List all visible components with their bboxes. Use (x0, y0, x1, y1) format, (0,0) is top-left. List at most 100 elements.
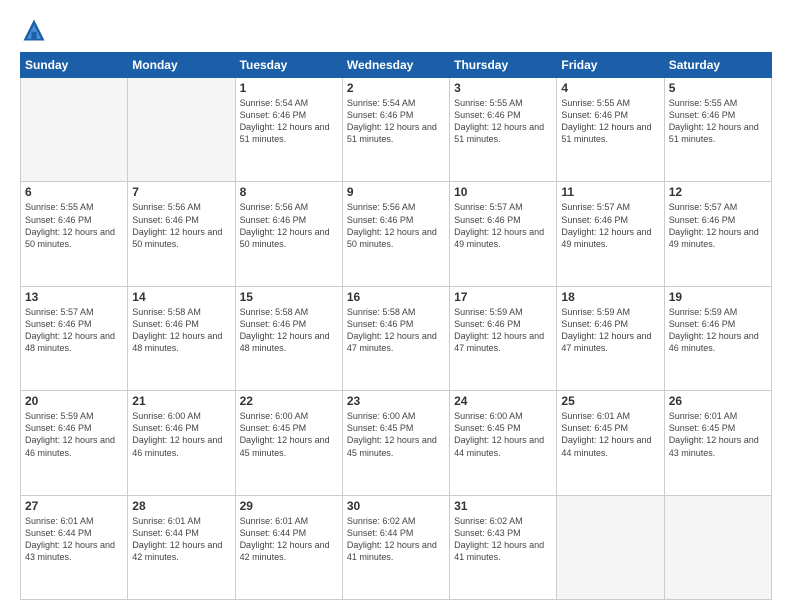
day-info: Sunrise: 5:56 AMSunset: 6:46 PMDaylight:… (347, 201, 445, 250)
table-row: 4 Sunrise: 5:55 AMSunset: 6:46 PMDaylight… (557, 78, 664, 182)
day-number: 19 (669, 290, 767, 304)
day-info: Sunrise: 5:59 AMSunset: 6:46 PMDaylight:… (25, 410, 123, 459)
day-number: 16 (347, 290, 445, 304)
table-row: 12 Sunrise: 5:57 AMSunset: 6:46 PMDayligh… (664, 182, 771, 286)
table-row: 31 Sunrise: 6:02 AMSunset: 6:43 PMDayligh… (450, 495, 557, 599)
table-row: 30Sunrise: 6:02 AMSunset: 6:44 PMDayligh… (342, 495, 449, 599)
day-number: 24 (454, 394, 552, 408)
day-number: 14 (132, 290, 230, 304)
day-number: 17 (454, 290, 552, 304)
table-row: 24 Sunrise: 6:00 AMSunset: 6:45 PMDayligh… (450, 391, 557, 495)
table-row: 18 Sunrise: 5:59 AMSunset: 6:46 PMDayligh… (557, 286, 664, 390)
col-tuesday: Tuesday (235, 53, 342, 78)
table-row: 22 Sunrise: 6:00 AMSunset: 6:45 PMDayligh… (235, 391, 342, 495)
day-number: 31 (454, 499, 552, 513)
day-info: Sunrise: 6:00 AMSunset: 6:45 PMDaylight:… (240, 410, 338, 459)
day-number: 11 (561, 185, 659, 199)
day-info: Sunrise: 6:01 AMSunset: 6:44 PMDaylight:… (132, 515, 230, 564)
day-info: Sunrise: 6:00 AMSunset: 6:45 PMDaylight:… (454, 410, 552, 459)
day-number: 20 (25, 394, 123, 408)
table-row: 7 Sunrise: 5:56 AMSunset: 6:46 PMDaylight… (128, 182, 235, 286)
day-info: Sunrise: 5:59 AMSunset: 6:46 PMDaylight:… (561, 306, 659, 355)
col-thursday: Thursday (450, 53, 557, 78)
day-info: Sunrise: 5:58 AMSunset: 6:46 PMDaylight:… (347, 306, 445, 355)
day-number: 28 (132, 499, 230, 513)
table-row (557, 495, 664, 599)
col-monday: Monday (128, 53, 235, 78)
col-sunday: Sunday (21, 53, 128, 78)
day-number: 5 (669, 81, 767, 95)
table-row: 1 Sunrise: 5:54 AMSunset: 6:46 PMDaylight… (235, 78, 342, 182)
logo (20, 16, 52, 44)
day-number: 27 (25, 499, 123, 513)
day-number: 1 (240, 81, 338, 95)
table-row: 21Sunrise: 6:00 AMSunset: 6:46 PMDayligh… (128, 391, 235, 495)
day-info: Sunrise: 6:01 AMSunset: 6:45 PMDaylight:… (669, 410, 767, 459)
day-number: 9 (347, 185, 445, 199)
table-row: 29 Sunrise: 6:01 AMSunset: 6:44 PMDayligh… (235, 495, 342, 599)
table-row: 14 Sunrise: 5:58 AMSunset: 6:46 PMDayligh… (128, 286, 235, 390)
col-wednesday: Wednesday (342, 53, 449, 78)
day-info: Sunrise: 5:57 AMSunset: 6:46 PMDaylight:… (561, 201, 659, 250)
day-number: 15 (240, 290, 338, 304)
day-number: 3 (454, 81, 552, 95)
table-row (21, 78, 128, 182)
day-number: 7 (132, 185, 230, 199)
day-info: Sunrise: 6:01 AMSunset: 6:44 PMDaylight:… (240, 515, 338, 564)
day-info: Sunrise: 5:57 AMSunset: 6:46 PMDaylight:… (454, 201, 552, 250)
day-info: Sunrise: 6:00 AMSunset: 6:45 PMDaylight:… (347, 410, 445, 459)
day-info: Sunrise: 6:01 AMSunset: 6:45 PMDaylight:… (561, 410, 659, 459)
day-number: 6 (25, 185, 123, 199)
day-number: 29 (240, 499, 338, 513)
table-row: 13Sunrise: 5:57 AMSunset: 6:46 PMDayligh… (21, 286, 128, 390)
day-number: 25 (561, 394, 659, 408)
day-info: Sunrise: 5:58 AMSunset: 6:46 PMDaylight:… (132, 306, 230, 355)
table-row: 16 Sunrise: 5:58 AMSunset: 6:46 PMDayligh… (342, 286, 449, 390)
day-info: Sunrise: 5:54 AMSunset: 6:46 PMDaylight:… (347, 97, 445, 146)
day-number: 8 (240, 185, 338, 199)
day-info: Sunrise: 5:56 AMSunset: 6:46 PMDaylight:… (240, 201, 338, 250)
table-row: 8 Sunrise: 5:56 AMSunset: 6:46 PMDaylight… (235, 182, 342, 286)
day-number: 21 (132, 394, 230, 408)
day-number: 4 (561, 81, 659, 95)
table-row: 27 Sunrise: 6:01 AMSunset: 6:44 PMDayligh… (21, 495, 128, 599)
table-row (664, 495, 771, 599)
col-friday: Friday (557, 53, 664, 78)
table-row: 3Sunrise: 5:55 AMSunset: 6:46 PMDaylight… (450, 78, 557, 182)
day-info: Sunrise: 6:01 AMSunset: 6:44 PMDaylight:… (25, 515, 123, 564)
table-row: 6 Sunrise: 5:55 AMSunset: 6:46 PMDaylight… (21, 182, 128, 286)
day-number: 23 (347, 394, 445, 408)
day-info: Sunrise: 5:54 AMSunset: 6:46 PMDaylight:… (240, 97, 338, 146)
header (20, 16, 772, 44)
table-row: 28 Sunrise: 6:01 AMSunset: 6:44 PMDayligh… (128, 495, 235, 599)
day-info: Sunrise: 5:55 AMSunset: 6:46 PMDaylight:… (669, 97, 767, 146)
day-number: 26 (669, 394, 767, 408)
day-info: Sunrise: 6:02 AMSunset: 6:43 PMDaylight:… (454, 515, 552, 564)
day-number: 18 (561, 290, 659, 304)
day-number: 22 (240, 394, 338, 408)
table-row: 25 Sunrise: 6:01 AMSunset: 6:45 PMDayligh… (557, 391, 664, 495)
table-row: 10Sunrise: 5:57 AMSunset: 6:46 PMDayligh… (450, 182, 557, 286)
table-row: 9 Sunrise: 5:56 AMSunset: 6:46 PMDaylight… (342, 182, 449, 286)
day-info: Sunrise: 5:55 AMSunset: 6:46 PMDaylight:… (561, 97, 659, 146)
day-number: 12 (669, 185, 767, 199)
table-row (128, 78, 235, 182)
table-row: 11 Sunrise: 5:57 AMSunset: 6:46 PMDayligh… (557, 182, 664, 286)
day-info: Sunrise: 5:55 AMSunset: 6:46 PMDaylight:… (25, 201, 123, 250)
table-row: 5 Sunrise: 5:55 AMSunset: 6:46 PMDaylight… (664, 78, 771, 182)
table-row: 23 Sunrise: 6:00 AMSunset: 6:45 PMDayligh… (342, 391, 449, 495)
calendar-table: Sunday Monday Tuesday Wednesday Thursday… (20, 52, 772, 600)
table-row: 2 Sunrise: 5:54 AMSunset: 6:46 PMDaylight… (342, 78, 449, 182)
table-row: 19 Sunrise: 5:59 AMSunset: 6:46 PMDayligh… (664, 286, 771, 390)
day-info: Sunrise: 5:59 AMSunset: 6:46 PMDaylight:… (669, 306, 767, 355)
day-number: 13 (25, 290, 123, 304)
table-row: 15 Sunrise: 5:58 AMSunset: 6:46 PMDayligh… (235, 286, 342, 390)
col-saturday: Saturday (664, 53, 771, 78)
day-info: Sunrise: 5:59 AMSunset: 6:46 PMDaylight:… (454, 306, 552, 355)
day-info: Sunrise: 5:58 AMSunset: 6:46 PMDaylight:… (240, 306, 338, 355)
day-info: Sunrise: 5:56 AMSunset: 6:46 PMDaylight:… (132, 201, 230, 250)
day-number: 2 (347, 81, 445, 95)
day-info: Sunrise: 5:57 AMSunset: 6:46 PMDaylight:… (669, 201, 767, 250)
day-number: 30 (347, 499, 445, 513)
table-row: 17 Sunrise: 5:59 AMSunset: 6:46 PMDayligh… (450, 286, 557, 390)
